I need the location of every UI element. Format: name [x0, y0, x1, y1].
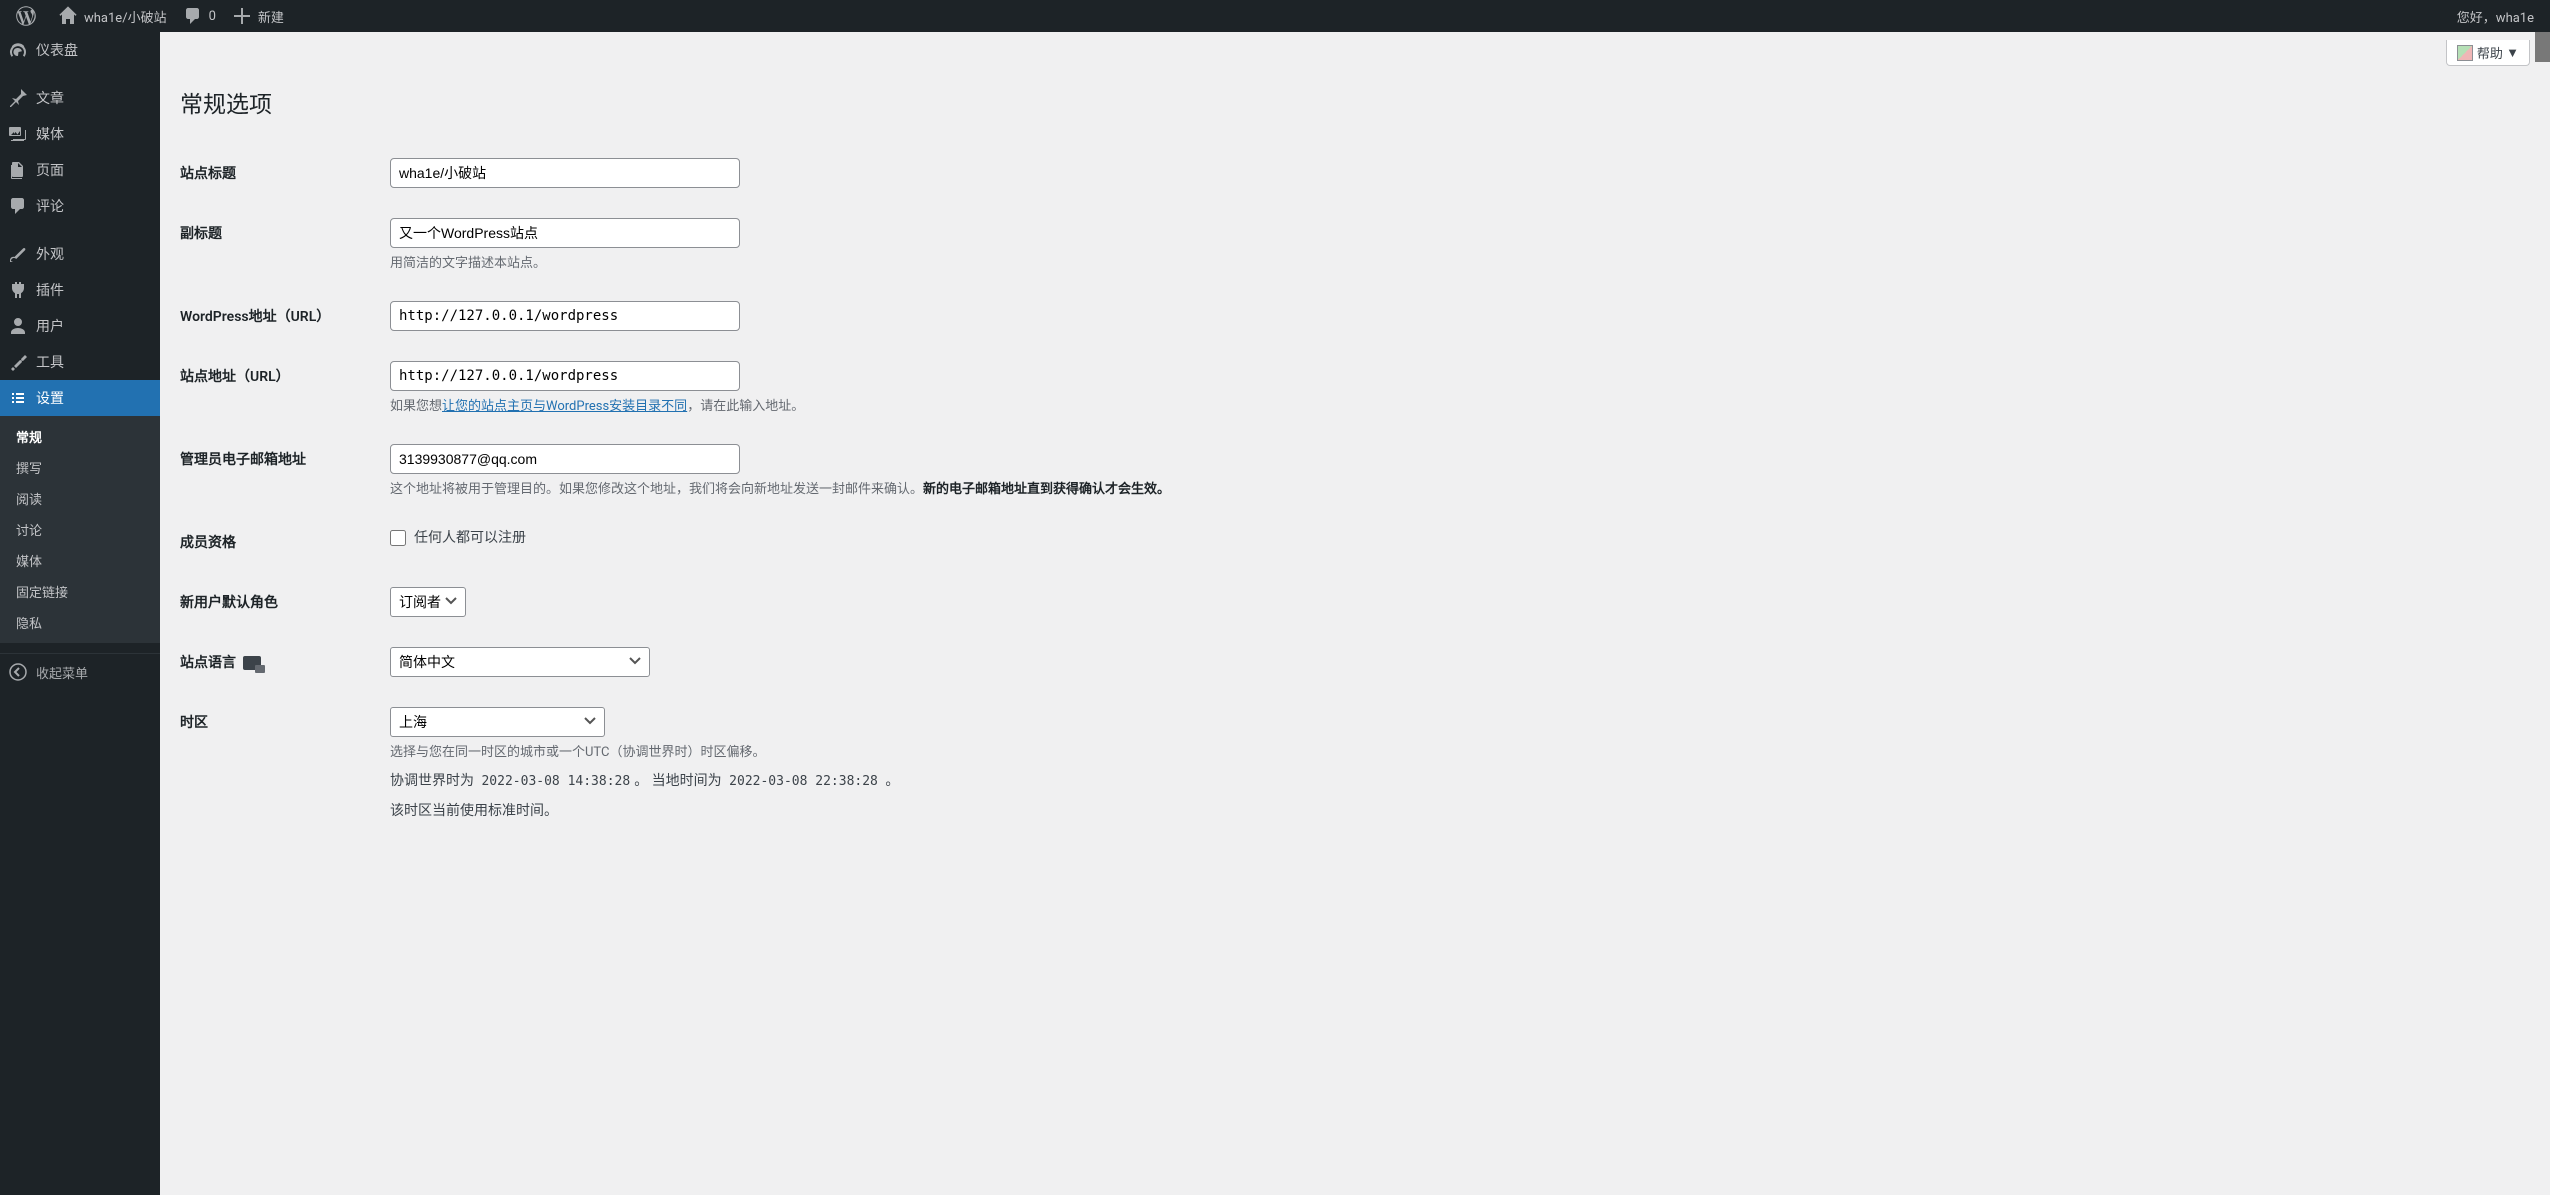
menu-settings[interactable]: 设置 — [0, 380, 160, 416]
timezone-times: 协调世界时为 2022-03-08 14:38:28。 当地时间为 2022-0… — [390, 770, 2520, 790]
new-label: 新建 — [258, 7, 284, 26]
pages-icon — [8, 160, 28, 180]
menu-plugins[interactable]: 插件 — [0, 272, 160, 308]
settings-submenu: 常规 撰写 阅读 讨论 媒体 固定链接 隐私 — [0, 416, 160, 643]
home-icon — [58, 6, 78, 26]
local-time: 2022-03-08 22:38:28 — [725, 772, 882, 791]
input-admin-email[interactable] — [390, 444, 740, 474]
menu-dashboard[interactable]: 仪表盘 — [0, 32, 160, 68]
submenu-permalinks[interactable]: 固定链接 — [0, 576, 160, 607]
media-icon — [8, 124, 28, 144]
menu-media[interactable]: 媒体 — [0, 116, 160, 152]
label-default-role: 新用户默认角色 — [180, 572, 380, 632]
submenu-media[interactable]: 媒体 — [0, 545, 160, 576]
comments-icon — [8, 196, 28, 216]
admin-bar: wha1e/小破站 0 新建 您好，wha1e — [0, 0, 2550, 32]
menu-pages[interactable]: 页面 — [0, 152, 160, 188]
submenu-writing[interactable]: 撰写 — [0, 452, 160, 483]
new-content-menu[interactable]: 新建 — [224, 0, 292, 32]
label-timezone: 时区 — [180, 692, 380, 835]
label-site-lang: 站点语言 — [180, 632, 380, 692]
menu-posts[interactable]: 文章 — [0, 80, 160, 116]
input-wp-url[interactable] — [390, 301, 740, 331]
desc-timezone: 选择与您在同一时区的城市或一个UTC（协调世界时）时区偏移。 — [390, 741, 2520, 760]
link-different-dir[interactable]: 让您的站点主页与WordPress安装目录不同 — [442, 399, 687, 414]
input-tagline[interactable] — [390, 218, 740, 248]
plus-icon — [232, 6, 252, 26]
image-placeholder-icon — [2457, 45, 2473, 61]
scrollbar-thumb[interactable] — [2535, 32, 2550, 62]
greeting-text: 您好，wha1e — [2457, 7, 2534, 26]
settings-form: 站点标题 副标题 用简洁的文字描述本站点。 WordPress地址（URL） 站… — [180, 143, 2530, 835]
help-tab[interactable]: 帮助 ▼ — [2446, 40, 2530, 66]
label-site-title: 站点标题 — [180, 143, 380, 203]
settings-icon — [8, 388, 28, 408]
pin-icon — [8, 88, 28, 108]
submenu-discussion[interactable]: 讨论 — [0, 514, 160, 545]
site-name-menu[interactable]: wha1e/小破站 — [50, 0, 175, 32]
submenu-reading[interactable]: 阅读 — [0, 483, 160, 514]
submenu-general[interactable]: 常规 — [0, 421, 160, 452]
submenu-privacy[interactable]: 隐私 — [0, 607, 160, 638]
menu-users[interactable]: 用户 — [0, 308, 160, 344]
desc-admin-email: 这个地址将被用于管理目的。如果您修改这个地址，我们将会向新地址发送一封邮件来确认… — [390, 478, 2520, 497]
menu-comments[interactable]: 评论 — [0, 188, 160, 224]
dashboard-icon — [8, 40, 28, 60]
label-membership: 成员资格 — [180, 512, 380, 572]
desc-tagline: 用简洁的文字描述本站点。 — [390, 252, 2520, 271]
label-admin-email: 管理员电子邮箱地址 — [180, 429, 380, 512]
plugin-icon — [8, 280, 28, 300]
collapse-menu[interactable]: 收起菜单 — [0, 653, 160, 690]
select-site-lang[interactable]: 简体中文 — [390, 647, 650, 677]
select-default-role[interactable]: 订阅者 — [390, 587, 466, 617]
brush-icon — [8, 244, 28, 264]
menu-tools[interactable]: 工具 — [0, 344, 160, 380]
select-timezone[interactable]: 上海 — [390, 707, 605, 737]
comment-icon — [183, 6, 203, 26]
wrench-icon — [8, 352, 28, 372]
checkbox-membership-label[interactable]: 任何人都可以注册 — [390, 530, 526, 546]
desc-site-url: 如果您想让您的站点主页与WordPress安装目录不同，请在此输入地址。 — [390, 395, 2520, 414]
input-site-url[interactable] — [390, 361, 740, 391]
label-wp-url: WordPress地址（URL） — [180, 286, 380, 346]
admin-sidebar: 仪表盘 文章 媒体 页面 评论 外观 插件 用户 工具 设置 常规 撰写 阅读 … — [0, 32, 160, 1195]
user-icon — [8, 316, 28, 336]
my-account-menu[interactable]: 您好，wha1e — [2449, 0, 2542, 32]
label-tagline: 副标题 — [180, 203, 380, 286]
chevron-down-icon: ▼ — [2506, 45, 2519, 61]
comments-count: 0 — [209, 9, 216, 24]
menu-appearance[interactable]: 外观 — [0, 236, 160, 272]
wp-logo-menu[interactable] — [8, 0, 50, 32]
comments-menu[interactable]: 0 — [175, 0, 224, 32]
wordpress-icon — [16, 6, 36, 26]
main-content: 帮助 ▼ 常规选项 站点标题 副标题 用简洁的文字描述本站点。 WordPres… — [160, 32, 2550, 855]
page-title: 常规选项 — [180, 76, 2530, 123]
checkbox-membership[interactable] — [390, 530, 406, 546]
translate-icon — [243, 656, 261, 670]
label-site-url: 站点地址（URL） — [180, 346, 380, 429]
site-name-label: wha1e/小破站 — [84, 7, 167, 26]
collapse-icon — [8, 662, 28, 682]
input-site-title[interactable] — [390, 158, 740, 188]
timezone-std: 该时区当前使用标准时间。 — [390, 800, 2520, 820]
utc-time: 2022-03-08 14:38:28 — [477, 772, 634, 791]
